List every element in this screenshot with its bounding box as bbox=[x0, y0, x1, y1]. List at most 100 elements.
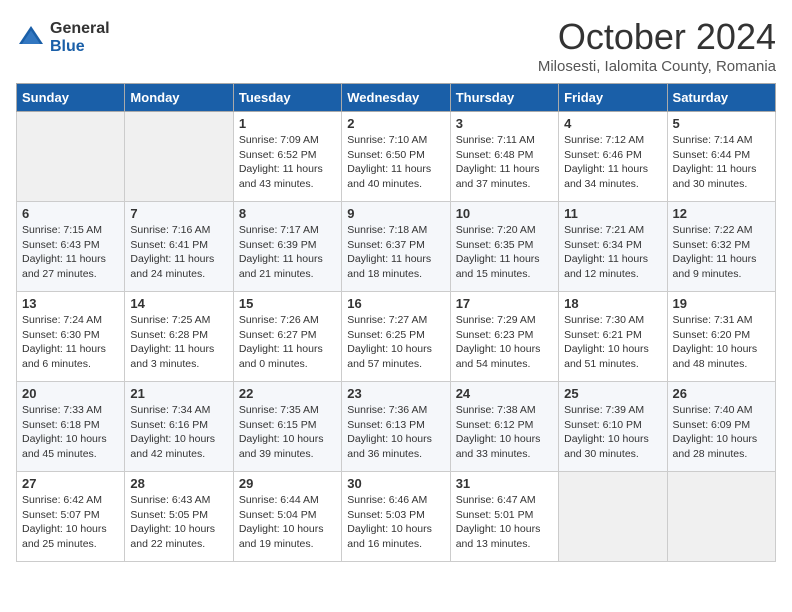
col-tuesday: Tuesday bbox=[233, 84, 341, 112]
day-info: Sunrise: 7:11 AMSunset: 6:48 PMDaylight:… bbox=[456, 133, 553, 192]
calendar-week-3: 13Sunrise: 7:24 AMSunset: 6:30 PMDayligh… bbox=[17, 292, 776, 382]
col-saturday: Saturday bbox=[667, 84, 775, 112]
calendar-cell: 11 Sunrise: 7:21 AMSunset: 6:34 PMDayligh… bbox=[559, 202, 667, 292]
day-info: Sunrise: 7:31 AMSunset: 6:20 PMDaylight:… bbox=[673, 313, 770, 372]
day-number: 18 bbox=[564, 296, 661, 311]
day-number: 23 bbox=[347, 386, 444, 401]
day-number: 14 bbox=[130, 296, 227, 311]
calendar-cell: 10 Sunrise: 7:20 AMSunset: 6:35 PMDayligh… bbox=[450, 202, 558, 292]
col-friday: Friday bbox=[559, 84, 667, 112]
calendar-cell: 26 Sunrise: 7:40 AMSunset: 6:09 PMDayligh… bbox=[667, 382, 775, 472]
page-header: General Blue October 2024 Milosesti, Ial… bbox=[16, 16, 776, 75]
day-info: Sunrise: 7:21 AMSunset: 6:34 PMDaylight:… bbox=[564, 223, 661, 282]
day-number: 10 bbox=[456, 206, 553, 221]
calendar-cell: 5 Sunrise: 7:14 AMSunset: 6:44 PMDaylight… bbox=[667, 112, 775, 202]
calendar-header-row: Sunday Monday Tuesday Wednesday Thursday… bbox=[17, 84, 776, 112]
day-number: 29 bbox=[239, 476, 336, 491]
day-number: 3 bbox=[456, 116, 553, 131]
logo-text: General Blue bbox=[50, 20, 110, 55]
day-number: 17 bbox=[456, 296, 553, 311]
calendar-cell: 1 Sunrise: 7:09 AMSunset: 6:52 PMDaylight… bbox=[233, 112, 341, 202]
page-container: General Blue October 2024 Milosesti, Ial… bbox=[0, 0, 792, 572]
calendar-cell: 23Sunrise: 7:36 AMSunset: 6:13 PMDayligh… bbox=[342, 382, 450, 472]
calendar-cell: 18 Sunrise: 7:30 AMSunset: 6:21 PMDayligh… bbox=[559, 292, 667, 382]
day-number: 9 bbox=[347, 206, 444, 221]
day-number: 6 bbox=[22, 206, 119, 221]
day-number: 12 bbox=[673, 206, 770, 221]
day-info: Sunrise: 7:33 AMSunset: 6:18 PMDaylight:… bbox=[22, 403, 119, 462]
calendar-week-2: 6 Sunrise: 7:15 AMSunset: 6:43 PMDaylight… bbox=[17, 202, 776, 292]
logo-blue: Blue bbox=[50, 38, 110, 56]
day-info: Sunrise: 7:20 AMSunset: 6:35 PMDaylight:… bbox=[456, 223, 553, 282]
day-info: Sunrise: 6:43 AMSunset: 5:05 PMDaylight:… bbox=[130, 493, 227, 552]
day-number: 27 bbox=[22, 476, 119, 491]
calendar-cell: 28 Sunrise: 6:43 AMSunset: 5:05 PMDayligh… bbox=[125, 472, 233, 562]
logo: General Blue bbox=[16, 20, 110, 55]
day-number: 2 bbox=[347, 116, 444, 131]
day-info: Sunrise: 7:10 AMSunset: 6:50 PMDaylight:… bbox=[347, 133, 444, 192]
col-sunday: Sunday bbox=[17, 84, 125, 112]
day-number: 20 bbox=[22, 386, 119, 401]
calendar-cell: 29 Sunrise: 6:44 AMSunset: 5:04 PMDayligh… bbox=[233, 472, 341, 562]
calendar-cell: 15 Sunrise: 7:26 AMSunset: 6:27 PMDayligh… bbox=[233, 292, 341, 382]
day-number: 15 bbox=[239, 296, 336, 311]
day-info: Sunrise: 7:24 AMSunset: 6:30 PMDaylight:… bbox=[22, 313, 119, 372]
day-number: 28 bbox=[130, 476, 227, 491]
day-info: Sunrise: 7:15 AMSunset: 6:43 PMDaylight:… bbox=[22, 223, 119, 282]
day-info: Sunrise: 7:17 AMSunset: 6:39 PMDaylight:… bbox=[239, 223, 336, 282]
day-number: 21 bbox=[130, 386, 227, 401]
calendar-cell: 20 Sunrise: 7:33 AMSunset: 6:18 PMDayligh… bbox=[17, 382, 125, 472]
day-info: Sunrise: 6:46 AMSunset: 5:03 PMDaylight:… bbox=[347, 493, 444, 552]
calendar-cell: 22Sunrise: 7:35 AMSunset: 6:15 PMDayligh… bbox=[233, 382, 341, 472]
calendar-cell: 25Sunrise: 7:39 AMSunset: 6:10 PMDayligh… bbox=[559, 382, 667, 472]
day-info: Sunrise: 7:12 AMSunset: 6:46 PMDaylight:… bbox=[564, 133, 661, 192]
calendar-week-4: 20 Sunrise: 7:33 AMSunset: 6:18 PMDayligh… bbox=[17, 382, 776, 472]
title-section: October 2024 Milosesti, Ialomita County,… bbox=[538, 16, 776, 75]
day-number: 7 bbox=[130, 206, 227, 221]
day-number: 25 bbox=[564, 386, 661, 401]
calendar-cell: 19 Sunrise: 7:31 AMSunset: 6:20 PMDayligh… bbox=[667, 292, 775, 382]
calendar-cell: 2 Sunrise: 7:10 AMSunset: 6:50 PMDaylight… bbox=[342, 112, 450, 202]
day-info: Sunrise: 7:29 AMSunset: 6:23 PMDaylight:… bbox=[456, 313, 553, 372]
day-info: Sunrise: 7:14 AMSunset: 6:44 PMDaylight:… bbox=[673, 133, 770, 192]
calendar-cell: 4Sunrise: 7:12 AMSunset: 6:46 PMDaylight… bbox=[559, 112, 667, 202]
calendar-cell: 16Sunrise: 7:27 AMSunset: 6:25 PMDayligh… bbox=[342, 292, 450, 382]
day-number: 19 bbox=[673, 296, 770, 311]
calendar-cell bbox=[125, 112, 233, 202]
day-info: Sunrise: 7:26 AMSunset: 6:27 PMDaylight:… bbox=[239, 313, 336, 372]
col-wednesday: Wednesday bbox=[342, 84, 450, 112]
day-number: 8 bbox=[239, 206, 336, 221]
calendar-week-5: 27 Sunrise: 6:42 AMSunset: 5:07 PMDayligh… bbox=[17, 472, 776, 562]
day-info: Sunrise: 7:22 AMSunset: 6:32 PMDaylight:… bbox=[673, 223, 770, 282]
day-info: Sunrise: 7:30 AMSunset: 6:21 PMDaylight:… bbox=[564, 313, 661, 372]
calendar-table: Sunday Monday Tuesday Wednesday Thursday… bbox=[16, 83, 776, 562]
day-info: Sunrise: 6:44 AMSunset: 5:04 PMDaylight:… bbox=[239, 493, 336, 552]
location: Milosesti, Ialomita County, Romania bbox=[538, 58, 776, 75]
calendar-cell: 12 Sunrise: 7:22 AMSunset: 6:32 PMDayligh… bbox=[667, 202, 775, 292]
month-title: October 2024 bbox=[538, 16, 776, 58]
calendar-cell bbox=[17, 112, 125, 202]
day-info: Sunrise: 7:09 AMSunset: 6:52 PMDaylight:… bbox=[239, 133, 336, 192]
day-number: 11 bbox=[564, 206, 661, 221]
calendar-cell: 7Sunrise: 7:16 AMSunset: 6:41 PMDaylight… bbox=[125, 202, 233, 292]
day-info: Sunrise: 7:40 AMSunset: 6:09 PMDaylight:… bbox=[673, 403, 770, 462]
day-number: 22 bbox=[239, 386, 336, 401]
day-info: Sunrise: 7:27 AMSunset: 6:25 PMDaylight:… bbox=[347, 313, 444, 372]
day-number: 24 bbox=[456, 386, 553, 401]
day-info: Sunrise: 7:34 AMSunset: 6:16 PMDaylight:… bbox=[130, 403, 227, 462]
day-number: 1 bbox=[239, 116, 336, 131]
calendar-cell: 13Sunrise: 7:24 AMSunset: 6:30 PMDayligh… bbox=[17, 292, 125, 382]
calendar-cell: 24Sunrise: 7:38 AMSunset: 6:12 PMDayligh… bbox=[450, 382, 558, 472]
calendar-cell: 17 Sunrise: 7:29 AMSunset: 6:23 PMDayligh… bbox=[450, 292, 558, 382]
day-info: Sunrise: 7:25 AMSunset: 6:28 PMDaylight:… bbox=[130, 313, 227, 372]
day-info: Sunrise: 7:18 AMSunset: 6:37 PMDaylight:… bbox=[347, 223, 444, 282]
day-info: Sunrise: 6:42 AMSunset: 5:07 PMDaylight:… bbox=[22, 493, 119, 552]
calendar-cell bbox=[667, 472, 775, 562]
col-thursday: Thursday bbox=[450, 84, 558, 112]
calendar-cell: 3 Sunrise: 7:11 AMSunset: 6:48 PMDaylight… bbox=[450, 112, 558, 202]
day-number: 26 bbox=[673, 386, 770, 401]
calendar-cell: 30Sunrise: 6:46 AMSunset: 5:03 PMDayligh… bbox=[342, 472, 450, 562]
logo-general: General bbox=[50, 20, 110, 38]
day-number: 5 bbox=[673, 116, 770, 131]
logo-icon bbox=[16, 23, 46, 53]
